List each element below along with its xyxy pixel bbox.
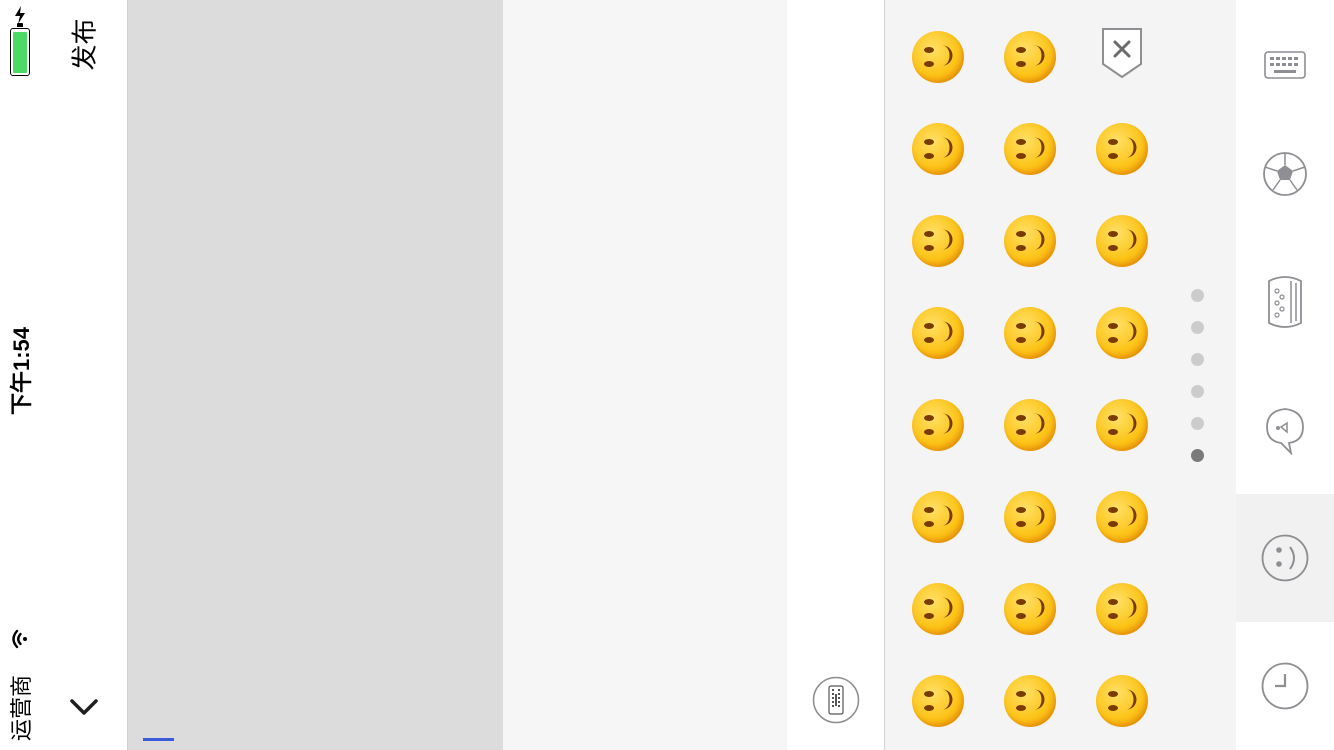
status-bar: 下午1:54 运营商 (0, 0, 40, 750)
emoji-key[interactable] (912, 675, 964, 727)
smiley-icon (1261, 534, 1309, 582)
text-cursor (143, 738, 174, 741)
smiley-category[interactable] (1236, 494, 1334, 622)
page-dot[interactable] (1191, 321, 1204, 334)
publish-label: 发布 (69, 17, 100, 71)
emoji-key[interactable] (912, 123, 964, 175)
wifi-icon (12, 629, 27, 649)
chevron-down-icon[interactable] (68, 692, 100, 722)
emoji-key[interactable] (1096, 491, 1148, 543)
backspace-icon[interactable] (1100, 26, 1144, 80)
emoji-key[interactable] (1004, 491, 1056, 543)
emoji-key[interactable] (1004, 675, 1056, 727)
soccer-ball-icon (1263, 152, 1307, 196)
burger-icon (1268, 276, 1302, 328)
keyboard-toggle-column (787, 0, 885, 750)
sports-category[interactable] (1236, 110, 1334, 238)
emoji-key[interactable] (1004, 215, 1056, 267)
food-category[interactable] (1236, 238, 1334, 366)
emoji-key[interactable] (912, 215, 964, 267)
emoji-key[interactable] (1096, 399, 1148, 451)
emoji-key[interactable] (1004, 307, 1056, 359)
emoji-key[interactable] (1096, 307, 1148, 359)
emoji-key[interactable] (1096, 123, 1148, 175)
emoji-key[interactable] (912, 399, 964, 451)
emoji-key[interactable] (1004, 31, 1056, 83)
emoji-key[interactable] (912, 31, 964, 83)
bird-icon (1266, 408, 1304, 455)
page-dot[interactable] (1191, 449, 1204, 462)
publish-button[interactable]: 发布 (48, 18, 118, 70)
text-input-area[interactable] (127, 0, 504, 750)
keyboard-icon (1264, 51, 1306, 79)
charging-icon (15, 6, 25, 24)
recent-category[interactable] (1236, 622, 1334, 750)
emoji-key[interactable] (1004, 583, 1056, 635)
emoji-key[interactable] (1004, 123, 1056, 175)
keyboard-category[interactable] (1236, 0, 1334, 128)
clock-icon (1261, 662, 1309, 710)
emoji-key[interactable] (912, 583, 964, 635)
emoji-key[interactable] (1096, 583, 1148, 635)
emoji-key[interactable] (1004, 399, 1056, 451)
navigation-bar: 发布 (40, 0, 127, 750)
battery-icon (10, 23, 30, 76)
emoji-key[interactable] (1096, 215, 1148, 267)
emoji-key[interactable] (912, 491, 964, 543)
animal-category[interactable] (1236, 366, 1334, 494)
emoji-panel (885, 0, 1236, 750)
page-dot[interactable] (1191, 417, 1204, 430)
content-area (503, 0, 787, 750)
page-dot[interactable] (1191, 353, 1204, 366)
status-time: 下午1:54 (8, 326, 34, 416)
page-dot[interactable] (1191, 289, 1204, 302)
carrier-label: 运营商 (8, 674, 34, 742)
emoji-key[interactable] (912, 307, 964, 359)
page-dot[interactable] (1191, 385, 1204, 398)
emoji-key[interactable] (1096, 675, 1148, 727)
keyboard-toggle-icon[interactable] (812, 676, 860, 724)
